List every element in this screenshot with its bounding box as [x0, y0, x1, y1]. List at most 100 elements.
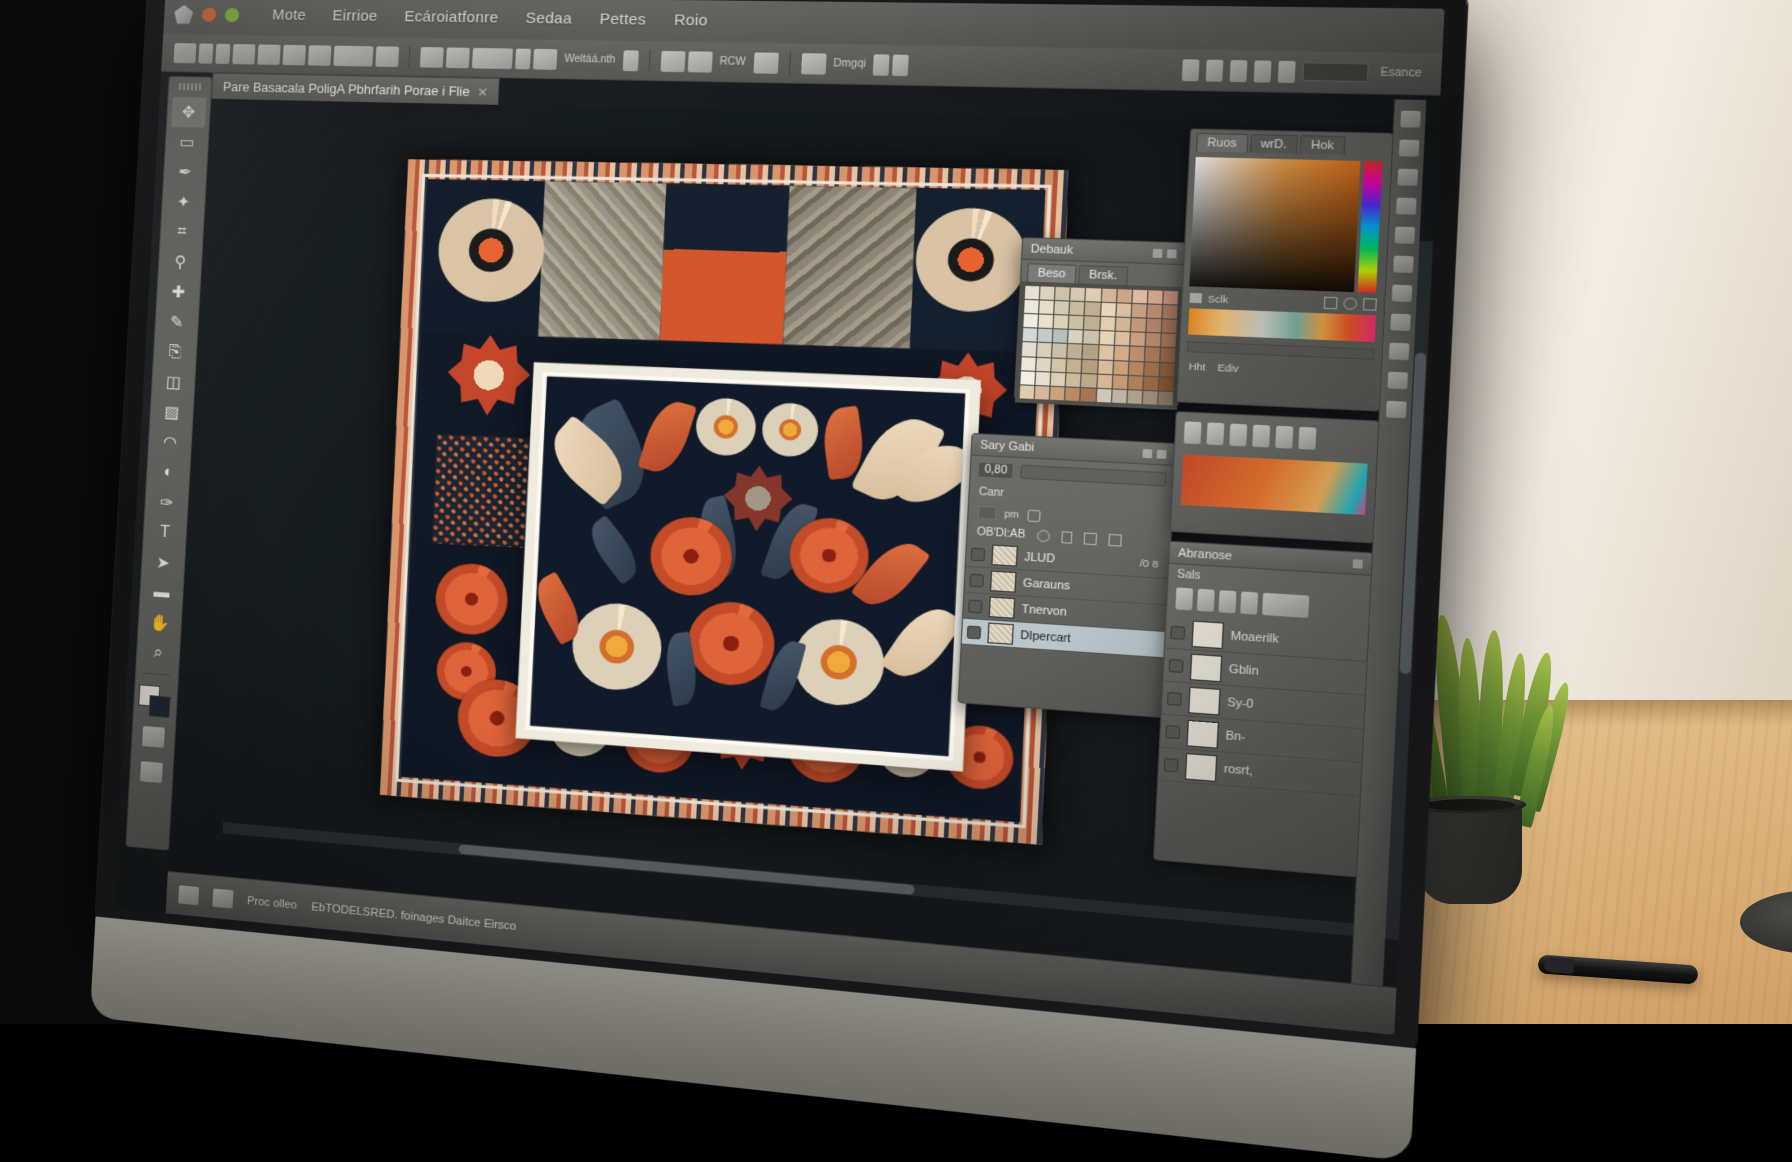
swatch-40[interactable]: [1022, 343, 1037, 357]
layer-visibility-icon[interactable]: [1167, 691, 1182, 705]
swatch-19[interactable]: [1163, 305, 1178, 319]
property-icon-6[interactable]: [1298, 427, 1316, 450]
tab-color-2[interactable]: Hok: [1300, 135, 1346, 155]
property-icon-2[interactable]: [1206, 422, 1224, 445]
workspace-icon-4[interactable]: [1253, 60, 1271, 82]
shape-tool-icon[interactable]: ▬: [144, 577, 179, 609]
swatch-63[interactable]: [1066, 373, 1081, 387]
workspace-icon-3[interactable]: [1229, 59, 1247, 81]
swatch-add-icon[interactable]: [1363, 298, 1377, 311]
align-center-icon[interactable]: [420, 47, 444, 68]
brush-icon[interactable]: [257, 44, 280, 64]
swatch-69[interactable]: [1159, 377, 1174, 391]
rail-icon-brushes[interactable]: [1393, 256, 1414, 273]
swatch-0[interactable]: [1025, 286, 1040, 300]
heal-icon[interactable]: [232, 44, 255, 64]
guides-icon[interactable]: [660, 50, 685, 71]
swatch-61[interactable]: [1036, 372, 1051, 386]
quick-mask-icon[interactable]: [142, 726, 165, 748]
crop-tool-icon[interactable]: ⌗: [164, 217, 199, 248]
layer-visibility-icon[interactable]: [1165, 724, 1180, 738]
property-icon-1[interactable]: [1184, 421, 1202, 444]
swatch-56[interactable]: [1113, 361, 1128, 375]
swatch-17[interactable]: [1131, 304, 1146, 318]
swatch-54[interactable]: [1082, 359, 1097, 373]
sample-icon[interactable]: [1343, 297, 1357, 310]
layer-visibility-icon[interactable]: [1164, 757, 1179, 771]
swatch-8[interactable]: [1148, 290, 1163, 304]
layer-visibility-icon[interactable]: [1169, 658, 1184, 672]
swatch-77[interactable]: [1127, 390, 1142, 404]
pen-tool-icon[interactable]: ✑: [149, 487, 184, 519]
document-info-icon[interactable]: [178, 885, 199, 905]
right-panel-icon-5[interactable]: [1262, 593, 1309, 618]
swatch-12[interactable]: [1055, 301, 1070, 315]
properties-panel[interactable]: [1170, 411, 1380, 543]
swatch-57[interactable]: [1129, 361, 1144, 375]
tab-swatches-1[interactable]: Brsk.: [1078, 265, 1128, 285]
gradient-preview[interactable]: [1188, 308, 1376, 342]
swatch-43[interactable]: [1068, 344, 1083, 358]
close-icon[interactable]: [476, 85, 489, 98]
panel-collapse-icon[interactable]: [1157, 449, 1167, 458]
swatch-52[interactable]: [1052, 358, 1067, 372]
zoom-tool-icon[interactable]: ⌕: [140, 637, 175, 670]
tab-swatches-0[interactable]: Beso: [1027, 263, 1077, 283]
gradient-stops-track[interactable]: [1187, 341, 1374, 360]
menu-item-2[interactable]: Ecároiatfonre: [390, 9, 512, 27]
lasso-icon[interactable]: [198, 43, 213, 63]
zoom-icon[interactable]: [753, 52, 778, 73]
new-document-icon[interactable]: [212, 888, 233, 908]
right-layer-list[interactable]: MoaerilkGblinSy-0Bn-rosrt,: [1158, 616, 1368, 797]
type-tool-icon[interactable]: T: [147, 517, 182, 549]
swatch-21[interactable]: [1039, 315, 1054, 329]
swatch-13[interactable]: [1070, 302, 1085, 316]
path-select-tool-icon[interactable]: ➤: [145, 547, 180, 579]
eraser-tool-icon[interactable]: ◫: [156, 367, 191, 399]
rail-icon-styles[interactable]: [1394, 227, 1415, 244]
right-layers-panel[interactable]: Abranose Sals MoaerilkGblinSy-0Bn-rosrt,: [1153, 541, 1373, 878]
text-icon[interactable]: [333, 45, 373, 66]
swatch-22[interactable]: [1054, 315, 1069, 329]
color-field[interactable]: [1189, 157, 1385, 293]
rail-icon-navigator[interactable]: [1385, 401, 1406, 419]
swatch-39[interactable]: [1161, 334, 1176, 348]
swatch-50[interactable]: [1021, 357, 1036, 371]
right-panel-icon-3[interactable]: [1218, 590, 1236, 613]
swatch-3[interactable]: [1071, 287, 1086, 301]
hue-strip[interactable]: [1358, 161, 1383, 293]
minimize-dot[interactable]: [225, 8, 240, 22]
grid-icon[interactable]: [622, 50, 638, 71]
swatch-38[interactable]: [1146, 333, 1161, 347]
clone-stamp-tool-icon[interactable]: ⎘: [157, 337, 192, 369]
swatch-42[interactable]: [1052, 344, 1067, 358]
fx-icon[interactable]: [1027, 509, 1040, 522]
close-dot[interactable]: [202, 8, 217, 22]
swatch-79[interactable]: [1158, 391, 1173, 405]
swatch-48[interactable]: [1145, 348, 1160, 362]
swatch-65[interactable]: [1097, 374, 1112, 388]
chevron-down-icon[interactable]: [873, 54, 890, 76]
swatch-72[interactable]: [1050, 386, 1065, 400]
pick-icon[interactable]: [1190, 293, 1202, 303]
link-icon[interactable]: [472, 47, 513, 68]
swatch-68[interactable]: [1143, 376, 1158, 390]
swatch-29[interactable]: [1162, 320, 1177, 334]
swatch-47[interactable]: [1129, 347, 1144, 361]
layer-visibility-icon[interactable]: [1170, 625, 1185, 639]
property-icon-3[interactable]: [1229, 424, 1247, 447]
extra-icon-1[interactable]: [801, 53, 827, 75]
workspace-icon-5[interactable]: [1277, 60, 1295, 82]
property-icon-4[interactable]: [1252, 425, 1270, 448]
swatch-36[interactable]: [1115, 332, 1130, 346]
swatch-45[interactable]: [1098, 346, 1113, 360]
move-tool-icon[interactable]: ✥: [171, 97, 206, 128]
swatch-31[interactable]: [1038, 329, 1053, 343]
brush-tool-icon[interactable]: ✎: [159, 307, 194, 338]
swatch-73[interactable]: [1065, 387, 1080, 401]
swatch-76[interactable]: [1112, 389, 1127, 403]
swatch-18[interactable]: [1147, 305, 1162, 319]
swatch-71[interactable]: [1035, 386, 1050, 400]
menu-item-1[interactable]: Eirrioe: [319, 8, 392, 25]
swatch-11[interactable]: [1039, 301, 1054, 315]
